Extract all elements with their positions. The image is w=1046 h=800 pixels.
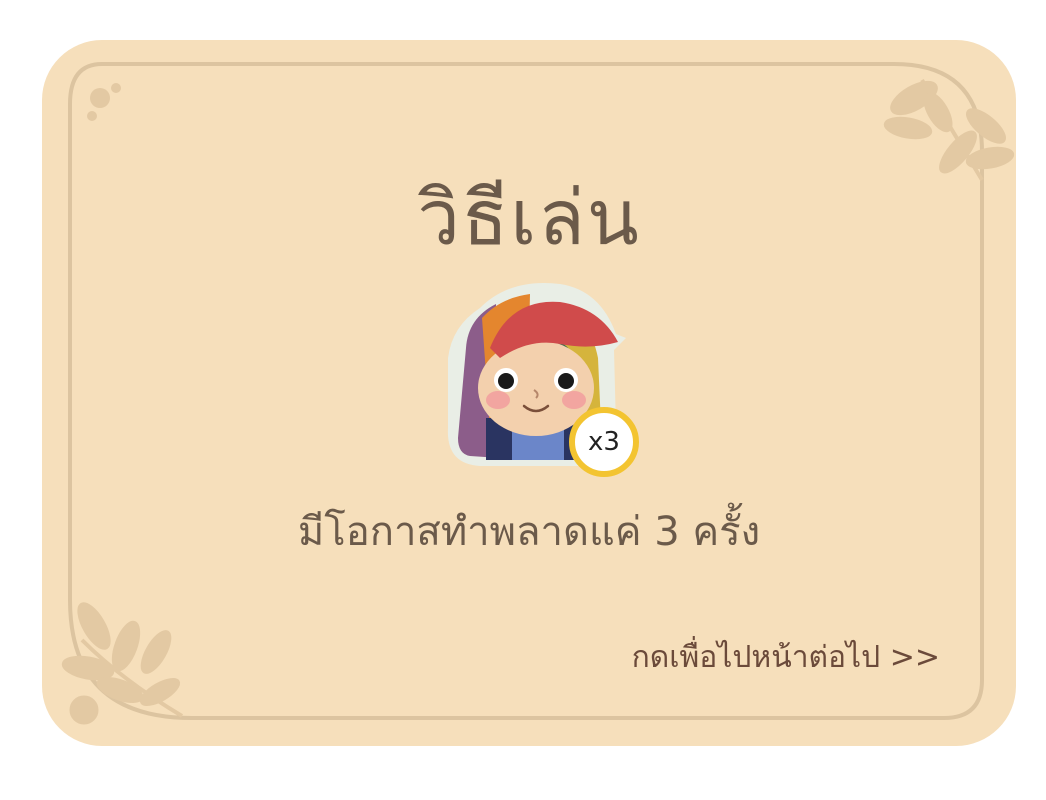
next-page-link[interactable]: กดเพื่อไปหน้าต่อไป >> xyxy=(632,636,940,680)
instruction-text: มีโอกาสทำพลาดแค่ 3 ครั้ง xyxy=(297,509,761,555)
leaf-branch-icon xyxy=(883,78,1015,182)
page-title: วิธีเล่น xyxy=(417,173,641,262)
lives-badge: x3 xyxy=(569,407,639,477)
how-to-play-card: วิธีเล่น x3 มีโอกาสทำพลาดแค่ 3 ครั้ง กดเ… xyxy=(42,40,1016,746)
dots-decoration-icon xyxy=(87,83,121,121)
